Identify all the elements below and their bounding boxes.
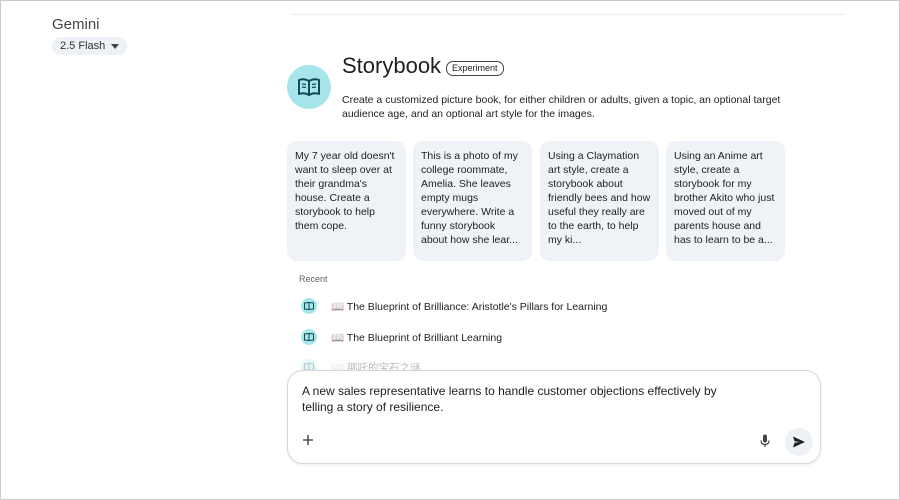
gem-name: Storybook bbox=[342, 53, 442, 78]
recent-heading: Recent bbox=[299, 274, 328, 284]
suggestion-card[interactable]: Using a Claymation art style, create a s… bbox=[540, 141, 659, 261]
recent-item-title: 📖 The Blueprint of Brilliant Learning bbox=[331, 331, 503, 344]
header-divider bbox=[290, 14, 846, 15]
app-title: Gemini bbox=[52, 16, 100, 33]
mic-icon[interactable] bbox=[758, 433, 772, 449]
suggestion-card[interactable]: This is a photo of my college roommate, … bbox=[413, 141, 532, 261]
suggestion-card[interactable]: My 7 year old doesn't want to sleep over… bbox=[287, 141, 406, 261]
book-open-icon bbox=[301, 329, 317, 345]
prompt-input[interactable]: A new sales representative learns to han… bbox=[302, 383, 742, 415]
recent-item-title: 📖 The Blueprint of Brilliance: Aristotle… bbox=[331, 300, 608, 313]
send-icon bbox=[793, 436, 805, 448]
suggestion-text: Using an Anime art style, create a story… bbox=[674, 150, 775, 246]
experiment-badge: Experiment bbox=[446, 61, 504, 76]
recent-item[interactable]: 📖 The Blueprint of Brilliant Learning bbox=[301, 328, 502, 346]
book-open-icon bbox=[301, 298, 317, 314]
suggestion-text: This is a photo of my college roommate, … bbox=[421, 150, 518, 246]
model-label: 2.5 Flash bbox=[60, 40, 106, 52]
plus-icon[interactable] bbox=[301, 433, 315, 447]
chevron-down-icon bbox=[111, 43, 120, 49]
recent-item[interactable]: 📖 The Blueprint of Brilliance: Aristotle… bbox=[301, 297, 607, 315]
gem-description: Create a customized picture book, for ei… bbox=[342, 94, 781, 120]
suggestion-text: My 7 year old doesn't want to sleep over… bbox=[295, 150, 395, 232]
send-button[interactable] bbox=[785, 428, 813, 456]
gem-avatar bbox=[287, 65, 331, 109]
prompt-composer[interactable]: A new sales representative learns to han… bbox=[287, 370, 821, 464]
book-open-icon bbox=[298, 78, 320, 96]
suggestion-text: Using a Claymation art style, create a s… bbox=[548, 150, 651, 246]
model-selector[interactable]: 2.5 Flash bbox=[52, 37, 128, 55]
suggestion-card[interactable]: Using an Anime art style, create a story… bbox=[666, 141, 785, 261]
